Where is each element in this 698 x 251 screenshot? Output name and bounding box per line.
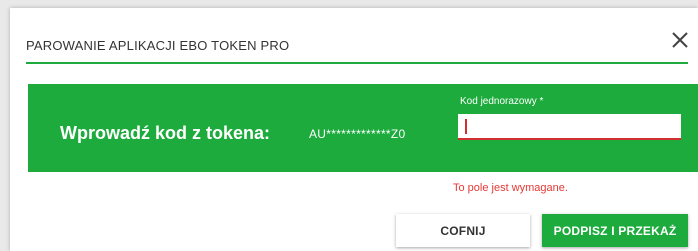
sign-and-submit-button[interactable]: PODPISZ I PRZEKAŻ (542, 214, 688, 247)
title-divider (26, 62, 688, 64)
pairing-dialog: PAROWANIE APLIKACJI EBO TOKEN PRO Wprowa… (10, 8, 698, 251)
cancel-button[interactable]: COFNIJ (396, 214, 530, 247)
token-entry-banner: Wprowadź kod z tokena: AU*************Z0… (28, 84, 698, 172)
close-icon[interactable] (668, 28, 692, 52)
masked-token-id: AU*************Z0 (309, 127, 406, 141)
otp-code-input[interactable] (458, 114, 681, 140)
dialog-title: PAROWANIE APLIKACJI EBO TOKEN PRO (26, 38, 290, 53)
otp-field-label: Kod jednorazowy * (460, 96, 544, 107)
validation-error: To pole jest wymagane. (453, 182, 568, 194)
text-caret (465, 119, 467, 134)
token-prompt: Wprowadź kod z tokena: (60, 123, 271, 143)
